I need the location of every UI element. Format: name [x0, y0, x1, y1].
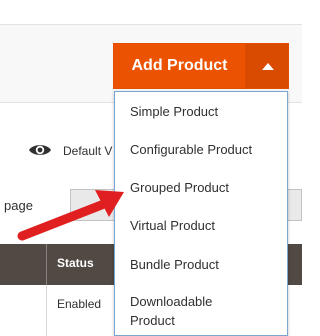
- status-cell: Enabled: [57, 297, 102, 311]
- caret-up-icon: [261, 62, 274, 70]
- add-product-dropdown-menu: Simple Product Configurable Product Grou…: [114, 91, 288, 336]
- top-strip: [0, 0, 302, 24]
- menu-item-configurable-product[interactable]: Configurable Product: [130, 140, 252, 159]
- add-product-split-button: Add Product: [113, 43, 289, 89]
- menu-item-grouped-product[interactable]: Grouped Product: [130, 178, 229, 197]
- per-page-label: page: [4, 198, 33, 213]
- add-product-toggle-button[interactable]: [246, 43, 289, 89]
- menu-item-simple-product[interactable]: Simple Product: [130, 102, 218, 121]
- column-divider: [46, 285, 47, 336]
- right-edge-strip: [302, 0, 320, 336]
- add-product-button[interactable]: Add Product: [113, 43, 246, 89]
- menu-item-bundle-product[interactable]: Bundle Product: [130, 255, 219, 274]
- menu-item-virtual-product[interactable]: Virtual Product: [130, 216, 215, 235]
- eye-icon[interactable]: [28, 142, 52, 158]
- column-divider: [46, 244, 47, 285]
- status-column-header[interactable]: Status: [57, 256, 94, 270]
- default-view-label[interactable]: Default V: [63, 144, 117, 158]
- menu-item-downloadable-product[interactable]: Downloadable Product: [130, 292, 260, 330]
